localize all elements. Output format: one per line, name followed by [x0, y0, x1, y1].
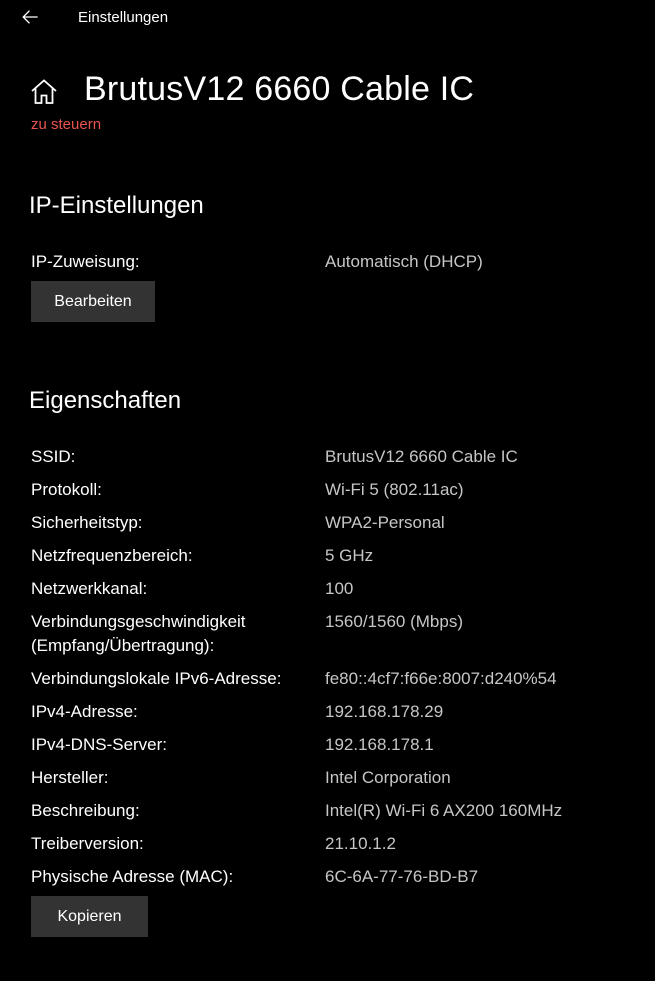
ipv4-address-value: 192.168.178.29	[325, 702, 444, 721]
protocol-label: Protokoll:	[31, 480, 102, 499]
ip-assignment-label: IP-Zuweisung:	[31, 252, 140, 271]
home-icon	[31, 79, 57, 104]
security-type-value: WPA2-Personal	[325, 513, 445, 532]
ssid-label: SSID:	[31, 447, 76, 466]
network-channel-value: 100	[325, 579, 354, 598]
description-value: Intel(R) Wi-Fi 6 AX200 160MHz	[325, 801, 563, 820]
link-speed-label: Verbindungsgeschwindigkeit	[31, 612, 246, 631]
back-button[interactable]	[14, 2, 46, 32]
link-speed-value: 1560/1560 (Mbps)	[325, 612, 463, 631]
copy-button[interactable]: Kopieren	[31, 896, 148, 937]
ssid-value: BrutusV12 6660 Cable IC	[325, 447, 518, 466]
page-subtitle: zu steuern	[31, 116, 102, 133]
window-title: Einstellungen	[78, 9, 169, 26]
security-type-label: Sicherheitstyp:	[31, 513, 143, 532]
link-speed-label-line2: (Empfang/Übertragung):	[31, 636, 215, 655]
description-label: Beschreibung:	[31, 801, 140, 820]
mac-address-value: 6C-6A-77-76-BD-B7	[325, 867, 479, 886]
ip-assignment-value: Automatisch (DHCP)	[325, 252, 483, 271]
edit-button[interactable]: Bearbeiten	[31, 281, 155, 322]
frequency-band-value: 5 GHz	[325, 546, 374, 565]
ipv6-address-label: Verbindungslokale IPv6-Adresse:	[31, 669, 282, 688]
frequency-band-label: Netzfrequenzbereich:	[31, 546, 193, 565]
driver-version-label: Treiberversion:	[31, 834, 144, 853]
mac-address-label: Physische Adresse (MAC):	[31, 867, 234, 886]
ipv4-dns-value: 192.168.178.1	[325, 735, 434, 754]
manufacturer-value: Intel Corporation	[325, 768, 451, 787]
driver-version-value: 21.10.1.2	[325, 834, 396, 853]
ip-settings-heading: IP-Einstellungen	[29, 192, 204, 219]
manufacturer-label: Hersteller:	[31, 768, 109, 787]
title-bar: Einstellungen	[0, 0, 655, 36]
properties-heading: Eigenschaften	[29, 387, 182, 414]
ipv4-address-label: IPv4-Adresse:	[31, 702, 138, 721]
network-channel-label: Netzwerkkanal:	[31, 579, 148, 598]
ipv4-dns-label: IPv4-DNS-Server:	[31, 735, 168, 754]
page-title: BrutusV12 6660 Cable IC	[84, 70, 475, 108]
protocol-value: Wi-Fi 5 (802.11ac)	[325, 480, 464, 499]
back-arrow-icon	[22, 10, 38, 24]
ipv6-address-value: fe80::4cf7:f66e:8007:d240%54	[325, 669, 557, 688]
